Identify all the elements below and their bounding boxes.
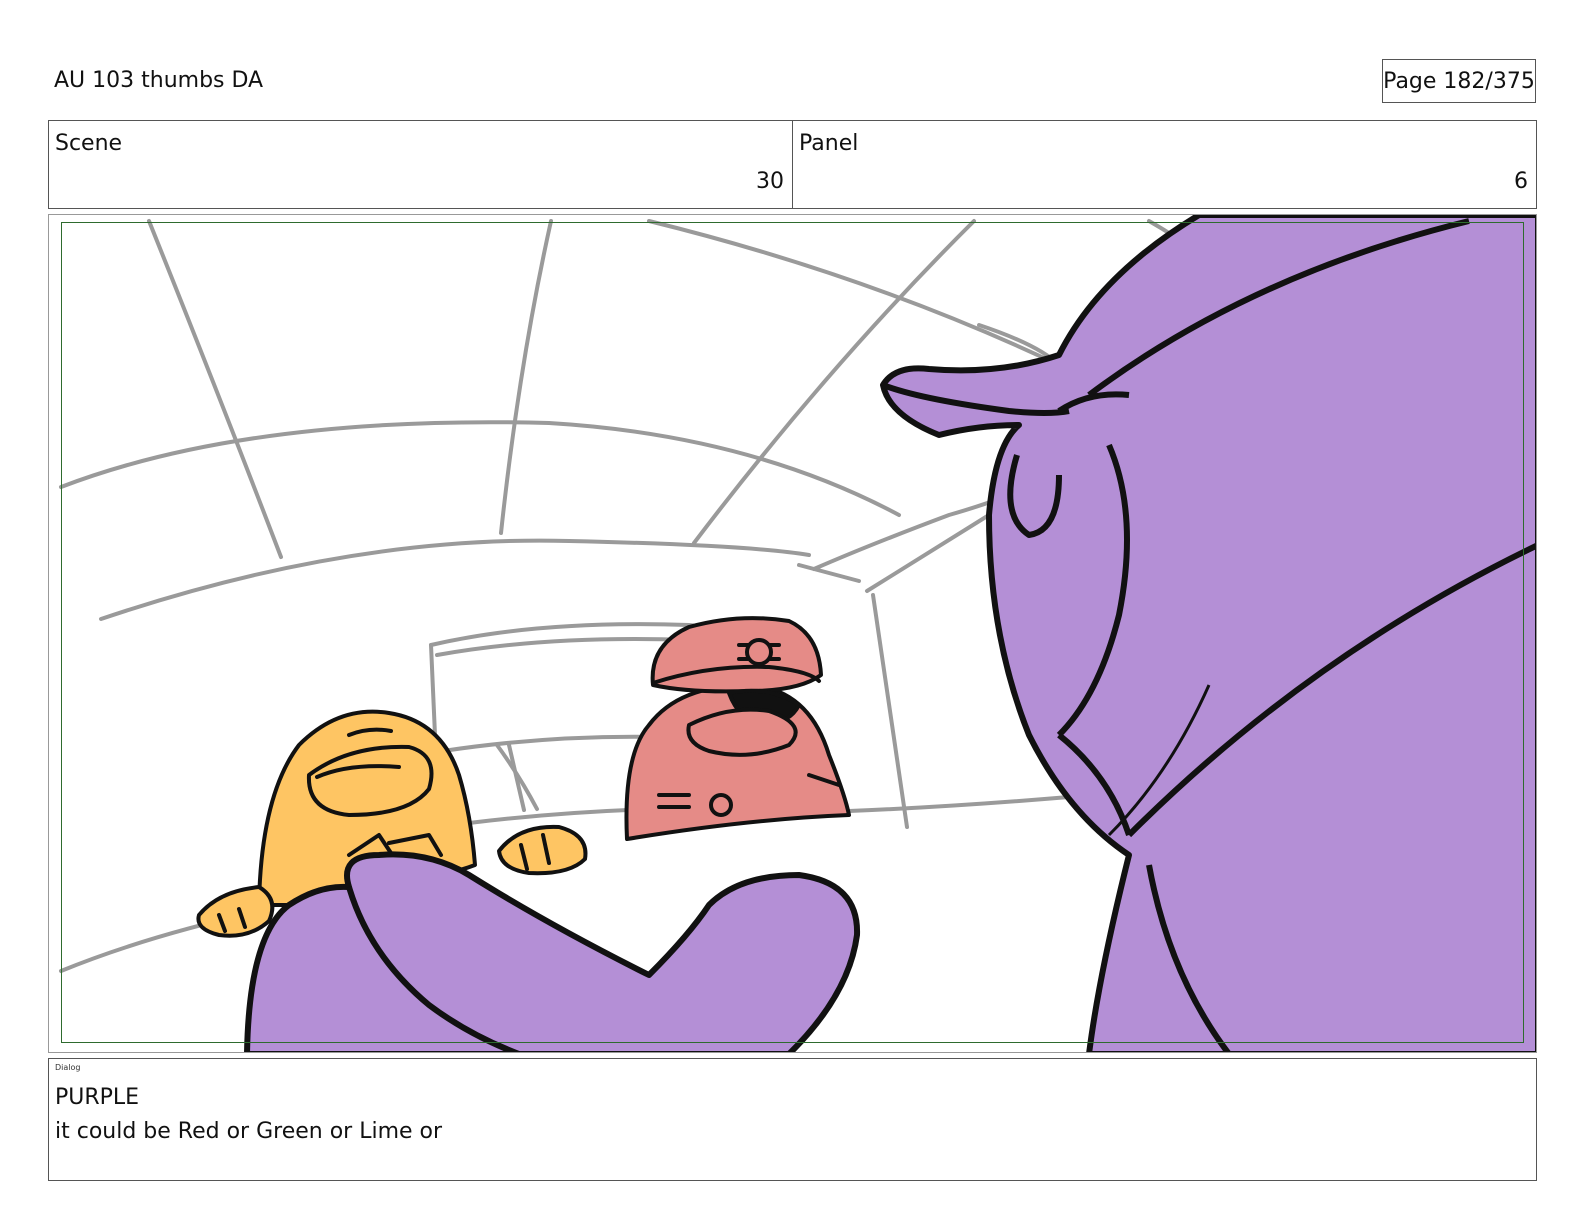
storyboard-panel [48, 214, 1537, 1053]
scene-cell: Scene 30 [49, 121, 792, 208]
panel-label: Panel [799, 131, 859, 156]
purple-character [880, 215, 1536, 1052]
dialog-label: Dialog [55, 1063, 81, 1072]
document-title: AU 103 thumbs DA [54, 68, 264, 93]
dialog-line: it could be Red or Green or Lime or [55, 1119, 443, 1144]
page-number-box: Page 182/375 [1382, 59, 1536, 103]
scene-value: 30 [756, 169, 784, 194]
dialog-speaker: PURPLE [55, 1085, 140, 1110]
scene-panel-table: Scene 30 Panel 6 [48, 120, 1537, 209]
red-character [624, 616, 851, 841]
purple-hand [244, 851, 861, 1052]
panel-cell: Panel 6 [792, 121, 1536, 208]
panel-value: 6 [1514, 169, 1528, 194]
dialog-box: Dialog PURPLE it could be Red or Green o… [48, 1058, 1537, 1181]
storyboard-drawing [59, 215, 1536, 1052]
scene-label: Scene [55, 131, 123, 156]
